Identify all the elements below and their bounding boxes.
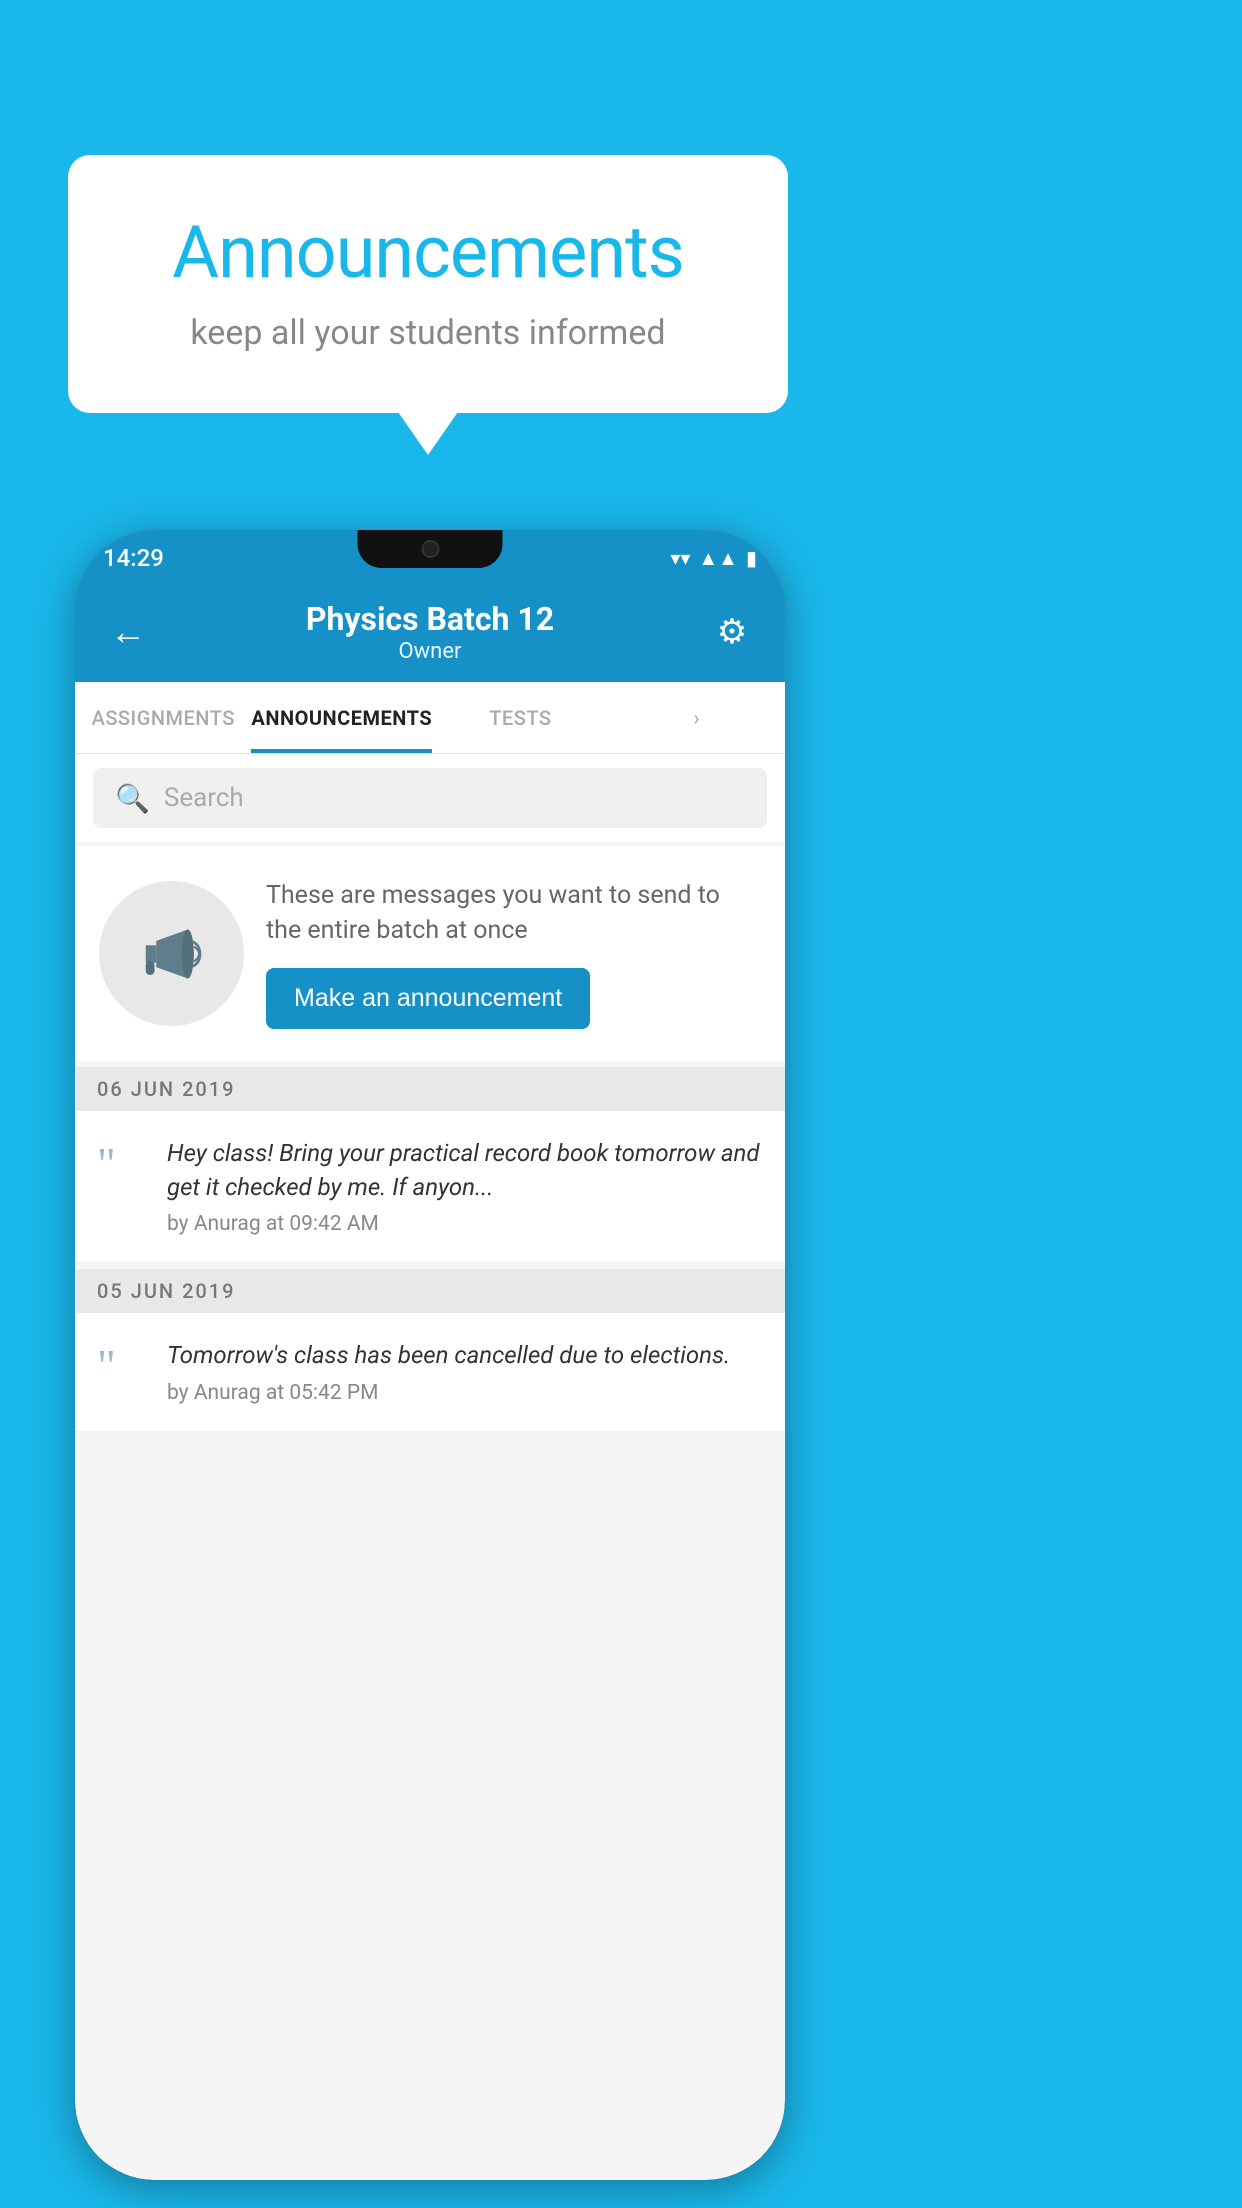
signal-icon: ▲▲ bbox=[698, 546, 738, 571]
quote-icon-1: " bbox=[97, 1141, 147, 1187]
search-bar-container: 🔍 Search bbox=[75, 754, 785, 842]
promo-icon-circle bbox=[99, 881, 244, 1026]
tab-bar: ASSIGNMENTS ANNOUNCEMENTS TESTS › bbox=[75, 682, 785, 754]
search-icon: 🔍 bbox=[115, 782, 150, 815]
search-bar[interactable]: 🔍 Search bbox=[93, 768, 767, 828]
date-separator-1: 06 JUN 2019 bbox=[75, 1067, 785, 1111]
app-bar-title: Physics Batch 12 bbox=[153, 600, 707, 638]
tab-more-label: › bbox=[694, 706, 701, 730]
phone-camera bbox=[421, 540, 439, 558]
announcement-meta-2: by Anurag at 05:42 PM bbox=[167, 1381, 763, 1405]
tab-tests-label: TESTS bbox=[489, 706, 551, 730]
make-announcement-button[interactable]: Make an announcement bbox=[266, 968, 590, 1029]
date-separator-2: 05 JUN 2019 bbox=[75, 1269, 785, 1313]
tab-assignments-label: ASSIGNMENTS bbox=[92, 706, 235, 730]
speech-bubble-container: Announcements keep all your students inf… bbox=[68, 155, 788, 413]
tab-assignments[interactable]: ASSIGNMENTS bbox=[75, 682, 251, 753]
phone-notch bbox=[358, 530, 503, 568]
announcement-meta-1: by Anurag at 09:42 AM bbox=[167, 1212, 763, 1236]
phone-frame: 14:29 ▾▾ ▲▲ ▮ ← Physics Batch 12 Owner ⚙… bbox=[75, 530, 785, 2180]
app-bar-title-area: Physics Batch 12 Owner bbox=[153, 600, 707, 663]
megaphone-icon bbox=[137, 919, 207, 989]
speech-bubble-title: Announcements bbox=[128, 210, 728, 295]
promo-content: These are messages you want to send to t… bbox=[266, 878, 761, 1029]
search-placeholder: Search bbox=[164, 783, 244, 813]
tab-announcements-label: ANNOUNCEMENTS bbox=[251, 706, 432, 730]
tab-tests[interactable]: TESTS bbox=[432, 682, 608, 753]
battery-icon: ▮ bbox=[746, 546, 757, 570]
app-bar: ← Physics Batch 12 Owner ⚙ bbox=[75, 582, 785, 682]
announcement-text-2: Tomorrow's class has been cancelled due … bbox=[167, 1339, 763, 1373]
tab-more[interactable]: › bbox=[609, 682, 785, 753]
phone-screen: 14:29 ▾▾ ▲▲ ▮ ← Physics Batch 12 Owner ⚙… bbox=[75, 530, 785, 2180]
back-button[interactable]: ← bbox=[103, 611, 153, 653]
settings-icon[interactable]: ⚙ bbox=[707, 612, 757, 652]
status-time: 14:29 bbox=[103, 544, 164, 572]
announcement-content-1: Hey class! Bring your practical record b… bbox=[167, 1137, 763, 1236]
announcement-content-2: Tomorrow's class has been cancelled due … bbox=[167, 1339, 763, 1405]
speech-bubble-subtitle: keep all your students informed bbox=[128, 313, 728, 353]
status-icons: ▾▾ ▲▲ ▮ bbox=[670, 546, 757, 571]
content-area: 🔍 Search bbox=[75, 754, 785, 2180]
announcement-item-1[interactable]: " Hey class! Bring your practical record… bbox=[75, 1111, 785, 1263]
announcement-text-1: Hey class! Bring your practical record b… bbox=[167, 1137, 763, 1204]
tab-announcements[interactable]: ANNOUNCEMENTS bbox=[251, 682, 432, 753]
announcement-promo: These are messages you want to send to t… bbox=[75, 846, 785, 1061]
quote-icon-2: " bbox=[97, 1343, 147, 1389]
speech-bubble: Announcements keep all your students inf… bbox=[68, 155, 788, 413]
wifi-icon: ▾▾ bbox=[670, 546, 690, 570]
announcement-item-2[interactable]: " Tomorrow's class has been cancelled du… bbox=[75, 1313, 785, 1432]
app-bar-subtitle: Owner bbox=[153, 639, 707, 664]
promo-description: These are messages you want to send to t… bbox=[266, 878, 761, 948]
